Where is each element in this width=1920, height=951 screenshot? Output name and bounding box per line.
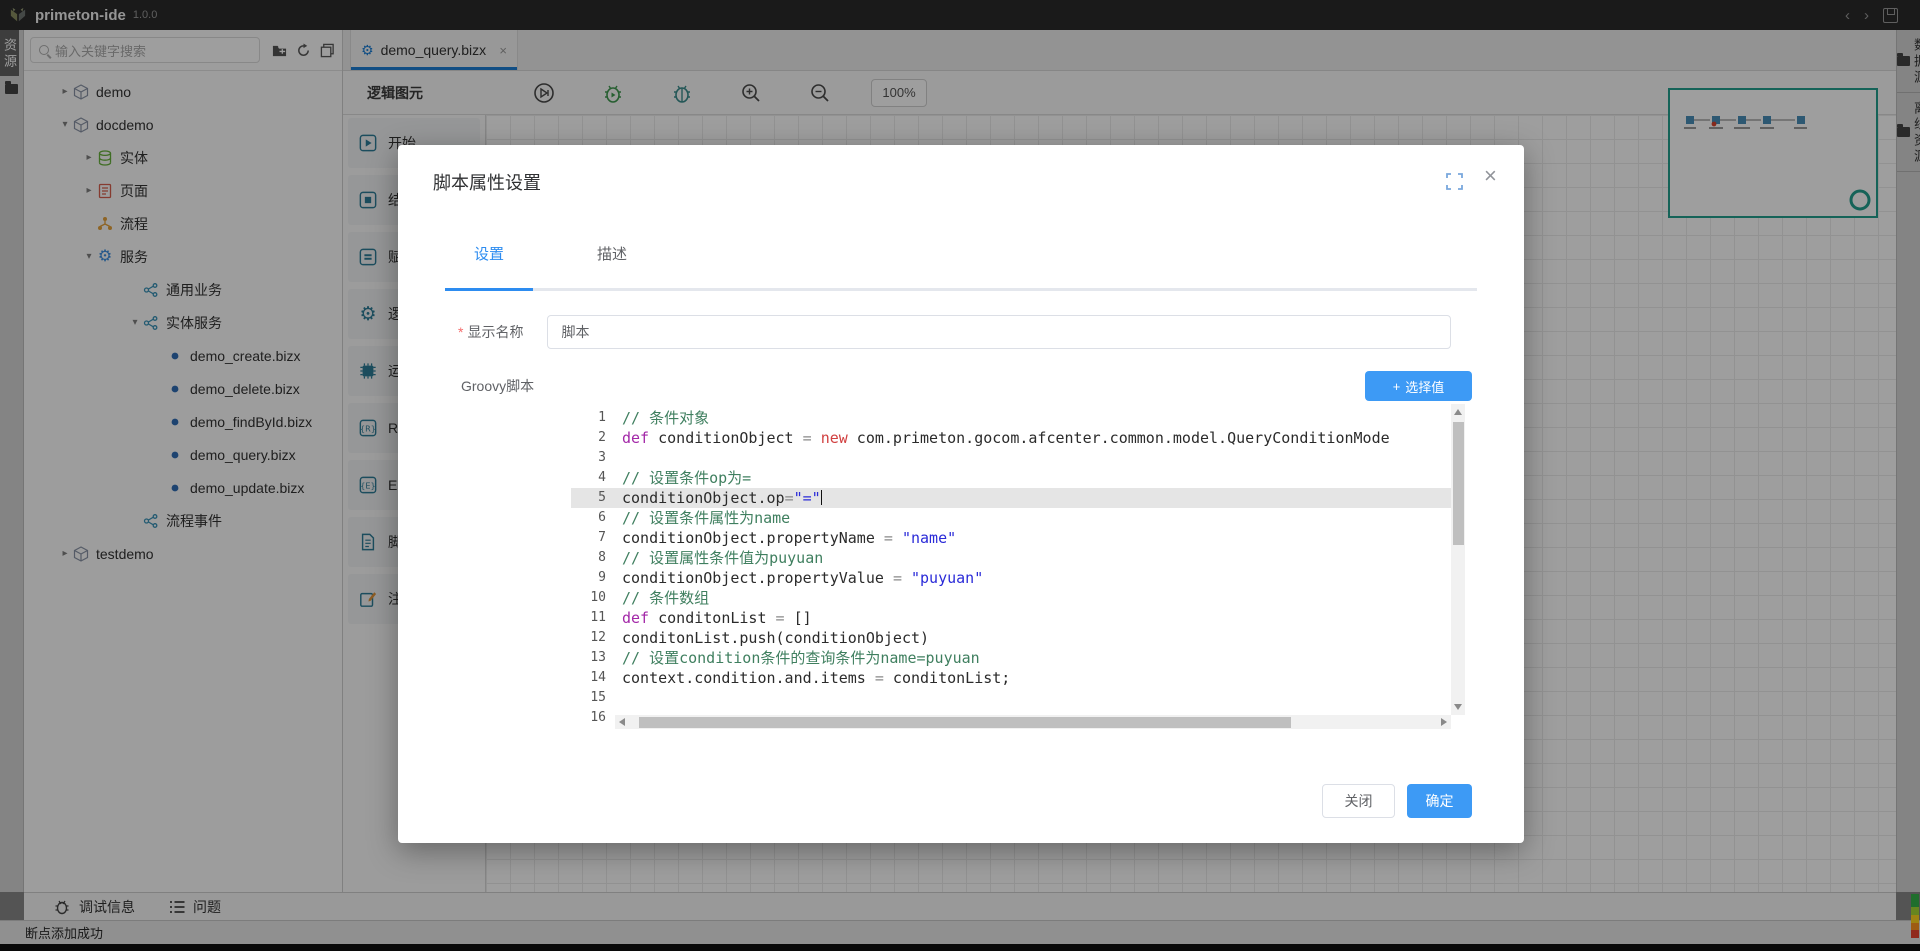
dialog-close-icon[interactable]: × <box>1484 165 1497 187</box>
code-token: def <box>622 609 649 627</box>
dialog-tab-settings[interactable]: 设置 <box>445 243 533 264</box>
code-token: conditonList <box>649 609 775 627</box>
code-line-12[interactable]: conditonList.push(conditionObject) <box>615 628 1451 648</box>
line-number[interactable]: 12 <box>571 628 615 648</box>
horizontal-scrollbar[interactable] <box>615 715 1451 729</box>
code-token: conditonList.push(conditionObject) <box>622 629 929 647</box>
code-line-5[interactable]: conditionObject.op="=" <box>615 488 1451 508</box>
required-asterisk: * <box>458 324 463 340</box>
code-token: conditionObject.propertyValue <box>622 569 893 587</box>
line-number[interactable]: 1 <box>571 408 615 428</box>
code-token: context.condition.and.items <box>622 669 875 687</box>
display-name-row: * 显示名称 脚本 <box>458 315 1451 349</box>
code-token: [] <box>785 609 812 627</box>
code-token: "=" <box>794 489 821 507</box>
code-token: = <box>893 569 902 587</box>
code-line-3[interactable] <box>615 448 1451 468</box>
vertical-scrollbar-thumb[interactable] <box>1453 422 1464 545</box>
line-number[interactable]: 9 <box>571 568 615 588</box>
code-token: com.primeton.gocom.afcenter.common.model… <box>848 429 1390 447</box>
code-token <box>902 569 911 587</box>
code-token: "name" <box>902 529 956 547</box>
code-token: // 条件对象 <box>622 409 709 427</box>
choose-value-label: 选择值 <box>1405 377 1444 396</box>
tab-track <box>445 288 1477 291</box>
code-line-6[interactable]: // 设置条件属性为name <box>615 508 1451 528</box>
line-number[interactable]: 7 <box>571 528 615 548</box>
plus-icon: + <box>1393 379 1401 394</box>
code-token: // 设置条件属性为name <box>622 509 790 527</box>
code-line-9[interactable]: conditionObject.propertyValue = "puyuan" <box>615 568 1451 588</box>
line-number[interactable]: 15 <box>571 688 615 708</box>
code-token: conditionObject.op <box>622 489 785 507</box>
line-number[interactable]: 11 <box>571 608 615 628</box>
code-line-7[interactable]: conditionObject.propertyName = "name" <box>615 528 1451 548</box>
code-token: // 设置属性条件值为puyuan <box>622 549 823 567</box>
code-token: // 条件数组 <box>622 589 709 607</box>
display-name-label: 显示名称 <box>467 322 523 342</box>
code-line-8[interactable]: // 设置属性条件值为puyuan <box>615 548 1451 568</box>
code-token: // 设置条件op为= <box>622 469 751 487</box>
code-line-15[interactable] <box>615 688 1451 708</box>
confirm-button[interactable]: 确定 <box>1407 784 1472 818</box>
code-line-11[interactable]: def conditonList = [] <box>615 608 1451 628</box>
dialog-tab-description[interactable]: 描述 <box>568 243 656 264</box>
code-token: = <box>776 609 785 627</box>
line-number[interactable]: 10 <box>571 588 615 608</box>
tab-active-indicator <box>445 288 533 291</box>
line-number-gutter: 12345678910111213141516 <box>571 408 615 728</box>
code-token: // 设置condition条件的查询条件为name=puyuan <box>622 649 980 667</box>
close-button[interactable]: 关闭 <box>1322 784 1395 818</box>
line-number[interactable]: 13 <box>571 648 615 668</box>
line-number[interactable]: 5 <box>571 488 615 508</box>
vertical-scrollbar[interactable] <box>1451 404 1465 715</box>
line-number[interactable]: 4 <box>571 468 615 488</box>
code-token <box>893 529 902 547</box>
groovy-script-label: Groovy脚本 <box>461 376 534 396</box>
code-token: = <box>803 429 812 447</box>
code-token: conditionObject <box>649 429 803 447</box>
choose-value-button[interactable]: + 选择值 <box>1365 371 1472 401</box>
scroll-right-arrow[interactable] <box>1441 718 1447 726</box>
line-number[interactable]: 16 <box>571 708 615 728</box>
code-token: "puyuan" <box>911 569 983 587</box>
code-token: = <box>884 529 893 547</box>
code-token: conditionObject.propertyName <box>622 529 884 547</box>
script-properties-dialog: 脚本属性设置 × 设置 描述 * 显示名称 脚本 Groovy脚本 + 选择值 … <box>398 145 1524 843</box>
code-token: def <box>622 429 649 447</box>
code-line-14[interactable]: context.condition.and.items = conditonLi… <box>615 668 1451 688</box>
dialog-title: 脚本属性设置 <box>433 169 541 195</box>
code-line-1[interactable]: // 条件对象 <box>615 408 1451 428</box>
fullscreen-icon[interactable] <box>1446 173 1463 190</box>
code-line-10[interactable]: // 条件数组 <box>615 588 1451 608</box>
scroll-up-arrow[interactable] <box>1454 409 1462 415</box>
line-number[interactable]: 2 <box>571 428 615 448</box>
line-number[interactable]: 3 <box>571 448 615 468</box>
line-number[interactable]: 14 <box>571 668 615 688</box>
code-token <box>812 429 821 447</box>
code-line-2[interactable]: def conditionObject = new com.primeton.g… <box>615 428 1451 448</box>
code-line-4[interactable]: // 设置条件op为= <box>615 468 1451 488</box>
display-name-value: 脚本 <box>561 322 589 342</box>
code-token: new <box>821 429 848 447</box>
code-lines[interactable]: // 条件对象def conditionObject = new com.pri… <box>615 408 1451 728</box>
code-token: = <box>875 669 884 687</box>
horizontal-scrollbar-thumb[interactable] <box>639 717 1291 728</box>
groovy-code-editor[interactable]: 12345678910111213141516 // 条件对象def condi… <box>571 404 1465 729</box>
display-name-input[interactable]: 脚本 <box>547 315 1451 349</box>
text-cursor <box>821 490 823 505</box>
scroll-left-arrow[interactable] <box>619 718 625 726</box>
code-token: = <box>785 489 794 507</box>
line-number[interactable]: 8 <box>571 548 615 568</box>
code-token: conditonList; <box>884 669 1010 687</box>
line-number[interactable]: 6 <box>571 508 615 528</box>
scroll-down-arrow[interactable] <box>1454 704 1462 710</box>
code-line-13[interactable]: // 设置condition条件的查询条件为name=puyuan <box>615 648 1451 668</box>
dialog-footer: 关闭 确定 <box>398 777 1524 825</box>
